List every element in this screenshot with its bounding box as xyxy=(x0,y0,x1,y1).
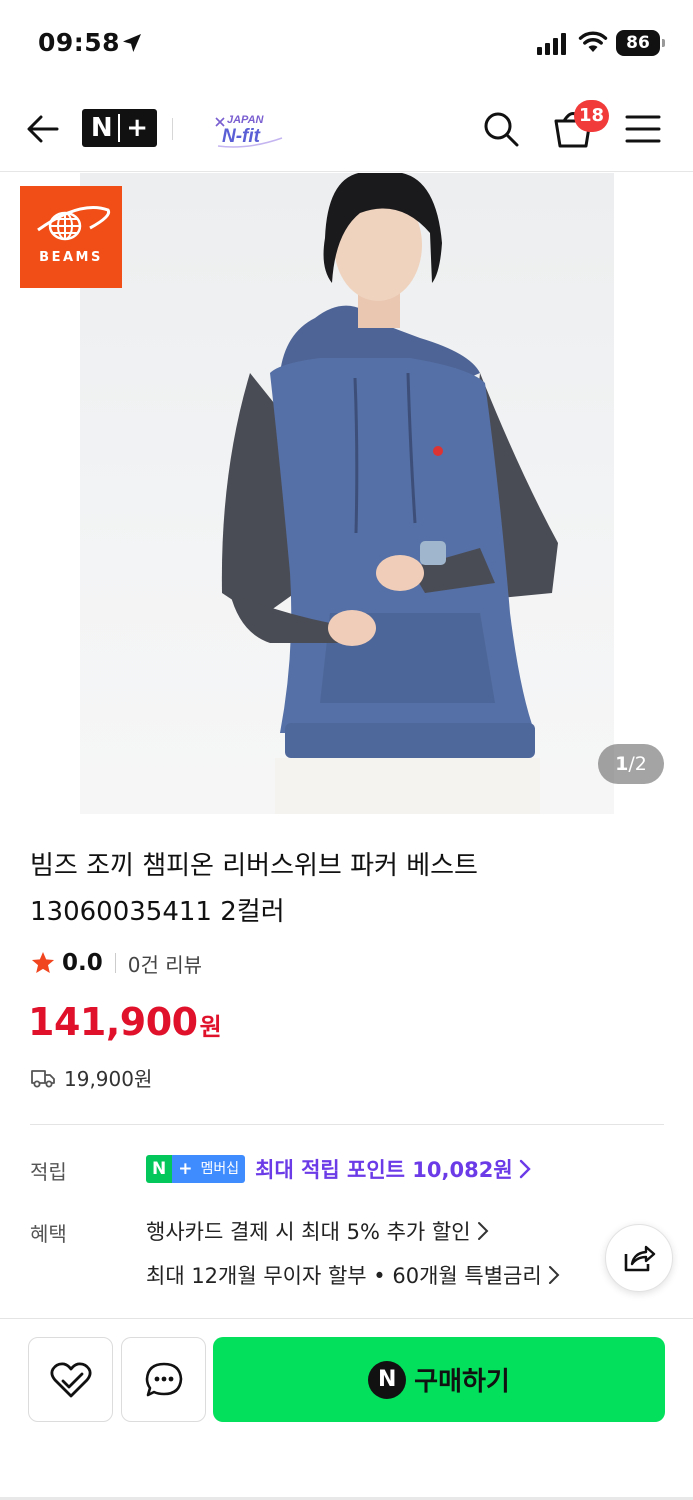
installment-text: 최대 12개월 무이자 할부 • 60개월 특별금리 xyxy=(146,1264,542,1288)
hamburger-menu-icon[interactable] xyxy=(625,113,661,145)
star-icon xyxy=(31,951,55,973)
card-discount-text: 행사카드 결제 시 최대 5% 추가 할인 xyxy=(146,1220,471,1244)
buy-now-button[interactable]: N 구매하기 xyxy=(213,1337,665,1422)
store-logo-japan-nfit[interactable]: JAPAN N-fit xyxy=(212,108,288,150)
membership-points-row[interactable]: N + 멤버십 최대 적립 포인트 10,082원 xyxy=(146,1154,531,1184)
bottom-action-bar: N 구매하기 xyxy=(0,1318,693,1500)
naver-plus-logo[interactable]: N + xyxy=(82,109,157,147)
card-discount-benefit[interactable]: 행사카드 결제 시 최대 5% 추가 할인 xyxy=(146,1216,489,1246)
wishlist-button[interactable] xyxy=(28,1337,113,1422)
brand-logo-text: BEAMS xyxy=(39,250,103,265)
buy-now-label: 구매하기 xyxy=(414,1367,510,1397)
price-value: 141,900 xyxy=(28,1000,198,1044)
share-button[interactable] xyxy=(605,1224,673,1292)
chevron-right-icon xyxy=(548,1266,560,1284)
rating-separator xyxy=(114,953,116,973)
naver-plus-membership-badge: N + 멤버십 xyxy=(146,1155,246,1183)
product-title: 빔즈 조끼 챔피온 리버스위브 파커 베스트 13060035411 2컬러 xyxy=(30,843,630,935)
status-time: 09:58 xyxy=(38,28,121,57)
product-title-line2: 13060035411 2컬러 xyxy=(30,897,285,927)
talk-talk-chat-button[interactable] xyxy=(121,1337,206,1422)
search-icon[interactable] xyxy=(482,110,520,148)
heart-check-icon xyxy=(49,1361,92,1397)
shipping-row: 19,900원 xyxy=(30,1063,152,1092)
cellular-signal-icon xyxy=(537,33,566,55)
image-current-index: 1 xyxy=(615,753,629,775)
back-arrow-icon[interactable] xyxy=(24,110,62,148)
header-separator xyxy=(172,118,173,140)
section-divider xyxy=(30,1124,664,1125)
shipping-fee: 19,900원 xyxy=(64,1067,153,1091)
model-wearing-vest-image xyxy=(221,171,558,814)
globe-logo-icon xyxy=(37,206,111,241)
logo-n: N xyxy=(90,113,113,143)
share-icon xyxy=(624,1245,656,1272)
rating-value: 0.0 xyxy=(62,950,103,976)
image-page-counter: 1/2 xyxy=(598,744,664,784)
battery-indicator: 86 xyxy=(616,30,665,56)
benefit-label: 혜택 xyxy=(30,1222,67,1246)
wifi-icon xyxy=(578,31,608,52)
svg-text:JAPAN: JAPAN xyxy=(227,114,265,126)
badge-n: N xyxy=(146,1155,173,1183)
product-title-line1: 빔즈 조끼 챔피온 리버스위브 파커 베스트 xyxy=(30,851,478,881)
chat-bubble-icon xyxy=(145,1362,182,1396)
logo-divider xyxy=(118,114,121,142)
review-count[interactable]: 0건 리뷰 xyxy=(128,949,202,978)
delivery-truck-icon xyxy=(31,1069,55,1087)
installment-benefit[interactable]: 최대 12개월 무이자 할부 • 60개월 특별금리 xyxy=(146,1260,560,1290)
location-arrow-icon xyxy=(123,34,141,52)
image-total-count: 2 xyxy=(634,753,647,775)
logo-plus: + xyxy=(126,113,149,143)
price-unit: 원 xyxy=(199,1013,222,1041)
rating-row[interactable]: 0.0 0건 리뷰 xyxy=(30,946,202,980)
points-label: 적립 xyxy=(30,1160,67,1184)
chevron-right-icon xyxy=(477,1222,488,1240)
cart-count-badge: 18 xyxy=(574,100,610,132)
badge-membership: 멤버십 xyxy=(198,1155,246,1183)
badge-plus: + xyxy=(172,1155,199,1183)
max-points-text: 최대 적립 포인트 10,082원 xyxy=(255,1158,513,1182)
status-bar: 09:58 86 xyxy=(0,0,693,88)
svg-text:N-fit: N-fit xyxy=(222,126,261,147)
naver-pay-n-icon: N xyxy=(368,1360,407,1399)
chevron-right-icon xyxy=(519,1159,531,1179)
brand-logo-beams[interactable]: BEAMS xyxy=(20,186,122,288)
product-photo[interactable] xyxy=(80,171,614,814)
price-row: 141,900 원 xyxy=(28,1000,222,1044)
